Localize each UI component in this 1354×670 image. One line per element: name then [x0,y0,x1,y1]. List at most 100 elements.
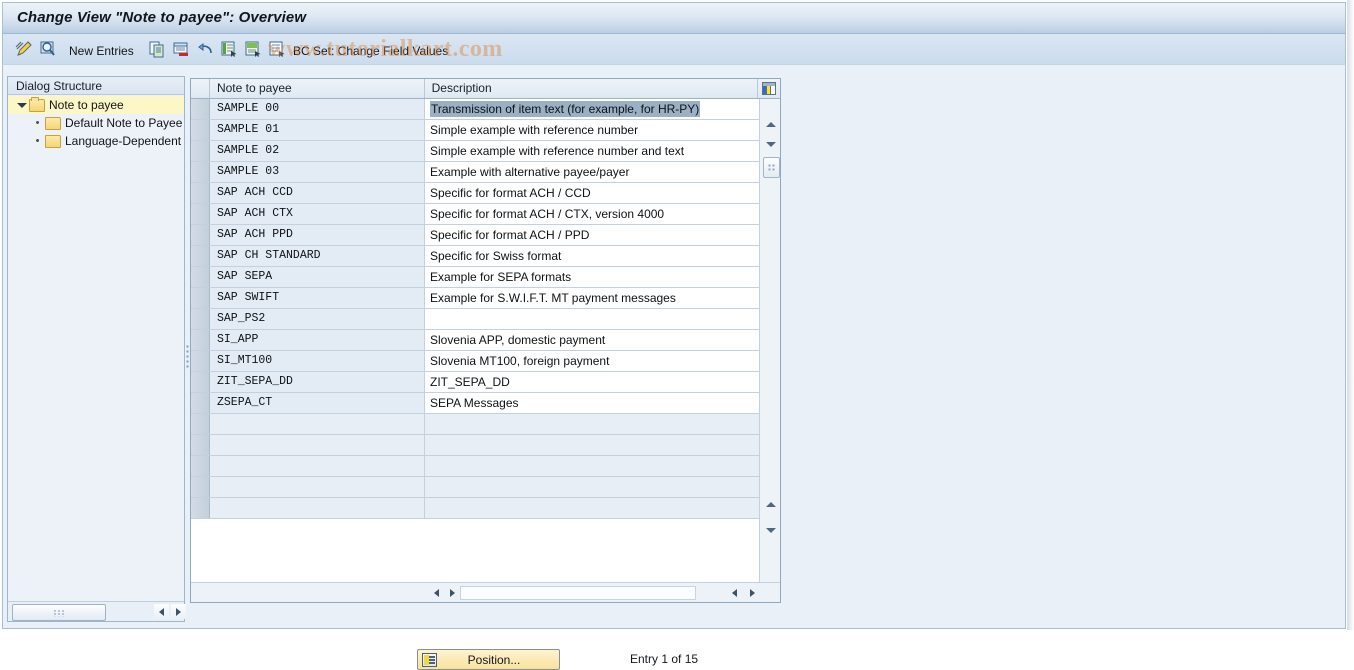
cell-note-to-payee[interactable]: SAP ACH PPD [210,225,425,245]
cell-description[interactable] [425,498,759,518]
pencil-display-change-icon[interactable] [15,38,33,60]
cell-note-to-payee[interactable]: SAP CH STANDARD [210,246,425,266]
cell-description[interactable]: Specific for format ACH / CCD [425,183,759,203]
table-scroll-right-button-2[interactable] [745,586,759,600]
column-header-note-to-payee[interactable]: Note to payee [210,79,425,98]
table-row[interactable]: SAP_PS2 [191,309,760,330]
cell-note-to-payee[interactable]: SAMPLE 02 [210,141,425,161]
cell-description[interactable] [425,414,759,434]
cell-note-to-payee[interactable]: SAMPLE 03 [210,162,425,182]
cell-note-to-payee[interactable]: SAP SWIFT [210,288,425,308]
cell-note-to-payee[interactable] [210,435,425,455]
row-select-cell[interactable] [191,351,210,371]
row-select-cell[interactable] [191,225,210,245]
sidebar-horizontal-scrollbar[interactable] [8,601,184,621]
row-select-cell[interactable] [191,288,210,308]
cell-description[interactable] [425,477,759,497]
table-row[interactable] [191,498,760,519]
cell-description[interactable] [425,309,759,329]
column-header-description[interactable]: Description [425,79,758,98]
cell-description[interactable]: Example for S.W.I.F.T. MT payment messag… [425,288,759,308]
row-select-cell[interactable] [191,162,210,182]
cell-note-to-payee[interactable]: ZIT_SEPA_DD [210,372,425,392]
sidebar-item-language-dependent-note-to-payee[interactable]: • Language-Dependent Note to Payee [8,132,184,150]
table-scroll-left-button-2[interactable] [727,586,741,600]
table-row[interactable] [191,414,760,435]
chevron-down-icon[interactable] [16,100,27,111]
cell-note-to-payee[interactable]: SI_MT100 [210,351,425,371]
scroll-down-button[interactable] [762,137,779,152]
table-scroll-track[interactable] [460,586,696,600]
table-row[interactable]: SAMPLE 01Simple example with reference n… [191,120,760,141]
row-select-cell[interactable] [191,435,210,455]
cell-description[interactable]: Specific for format ACH / CTX, version 4… [425,204,759,224]
bc-set-change-field-values-button[interactable]: BC Set: Change Field Values [293,40,448,62]
table-row[interactable] [191,477,760,498]
cell-note-to-payee[interactable]: SAP_PS2 [210,309,425,329]
cell-note-to-payee[interactable]: SAP SEPA [210,267,425,287]
cell-description[interactable] [425,456,759,476]
cell-description[interactable]: ZIT_SEPA_DD [425,372,759,392]
table-row[interactable]: SAP ACH CTXSpecific for format ACH / CTX… [191,204,760,225]
cell-note-to-payee[interactable]: SI_APP [210,330,425,350]
table-row[interactable]: ZSEPA_CTSEPA Messages [191,393,760,414]
table-row[interactable]: SAP SEPAExample for SEPA formats [191,267,760,288]
table-row[interactable]: ZIT_SEPA_DDZIT_SEPA_DD [191,372,760,393]
cell-description[interactable]: Simple example with reference number [425,120,759,140]
cell-note-to-payee[interactable]: SAP ACH CCD [210,183,425,203]
row-select-cell[interactable] [191,309,210,329]
row-select-cell[interactable] [191,372,210,392]
magnifier-details-icon[interactable] [39,38,57,60]
select-block-icon[interactable] [245,38,262,60]
scroll-page-down-button[interactable] [762,523,779,538]
row-select-cell[interactable] [191,456,210,476]
undo-icon[interactable] [197,38,214,60]
cell-note-to-payee[interactable]: SAMPLE 00 [210,99,425,119]
cell-note-to-payee[interactable]: SAMPLE 01 [210,120,425,140]
table-row[interactable]: SAP CH STANDARDSpecific for Swiss format [191,246,760,267]
cell-note-to-payee[interactable] [210,477,425,497]
cell-description[interactable]: Slovenia APP, domestic payment [425,330,759,350]
position-button[interactable]: Position... [417,649,560,670]
deselect-all-icon[interactable] [269,38,286,60]
sidebar-scroll-left-button[interactable] [154,604,169,619]
copy-as-icon[interactable] [149,38,166,60]
cell-description[interactable]: Slovenia MT100, foreign payment [425,351,759,371]
new-entries-button[interactable]: New Entries [69,40,134,62]
cell-description[interactable]: SEPA Messages [425,393,759,413]
row-select-cell[interactable] [191,99,210,119]
sidebar-item-note-to-payee[interactable]: Note to payee [8,96,184,114]
table-scroll-left-button[interactable] [429,586,443,600]
cell-description[interactable] [425,435,759,455]
table-row[interactable]: SAP SWIFTExample for S.W.I.F.T. MT payme… [191,288,760,309]
table-row[interactable]: SI_APPSlovenia APP, domestic payment [191,330,760,351]
table-row[interactable]: SI_MT100Slovenia MT100, foreign payment [191,351,760,372]
cell-description[interactable]: Example for SEPA formats [425,267,759,287]
table-row[interactable]: SAMPLE 00Transmission of item text (for … [191,99,760,120]
cell-note-to-payee[interactable] [210,414,425,434]
scroll-page-up-button[interactable] [762,497,779,512]
table-row[interactable] [191,456,760,477]
select-all-icon[interactable] [221,38,238,60]
cell-note-to-payee[interactable] [210,456,425,476]
row-select-cell[interactable] [191,141,210,161]
sidebar-item-default-note-to-payee[interactable]: • Default Note to Payee [8,114,184,132]
cell-description[interactable]: Example with alternative payee/payer [425,162,759,182]
scroll-up-button[interactable] [762,117,779,132]
table-row[interactable]: SAMPLE 02Simple example with reference n… [191,141,760,162]
cell-note-to-payee[interactable]: SAP ACH CTX [210,204,425,224]
table-row[interactable]: SAP ACH CCDSpecific for format ACH / CCD [191,183,760,204]
scroll-thumb-grip[interactable] [763,157,780,178]
row-select-cell[interactable] [191,477,210,497]
row-select-cell[interactable] [191,183,210,203]
cell-description[interactable]: Specific for Swiss format [425,246,759,266]
cell-description[interactable]: Simple example with reference number and… [425,141,759,161]
sidebar-scroll-right-button[interactable] [171,604,186,619]
table-scroll-right-button[interactable] [445,586,459,600]
table-row[interactable]: SAMPLE 03Example with alternative payee/… [191,162,760,183]
cell-note-to-payee[interactable] [210,498,425,518]
row-select-cell[interactable] [191,393,210,413]
cell-description[interactable]: Transmission of item text (for example, … [425,99,759,119]
table-row[interactable]: SAP ACH PPDSpecific for format ACH / PPD [191,225,760,246]
row-select-cell[interactable] [191,414,210,434]
